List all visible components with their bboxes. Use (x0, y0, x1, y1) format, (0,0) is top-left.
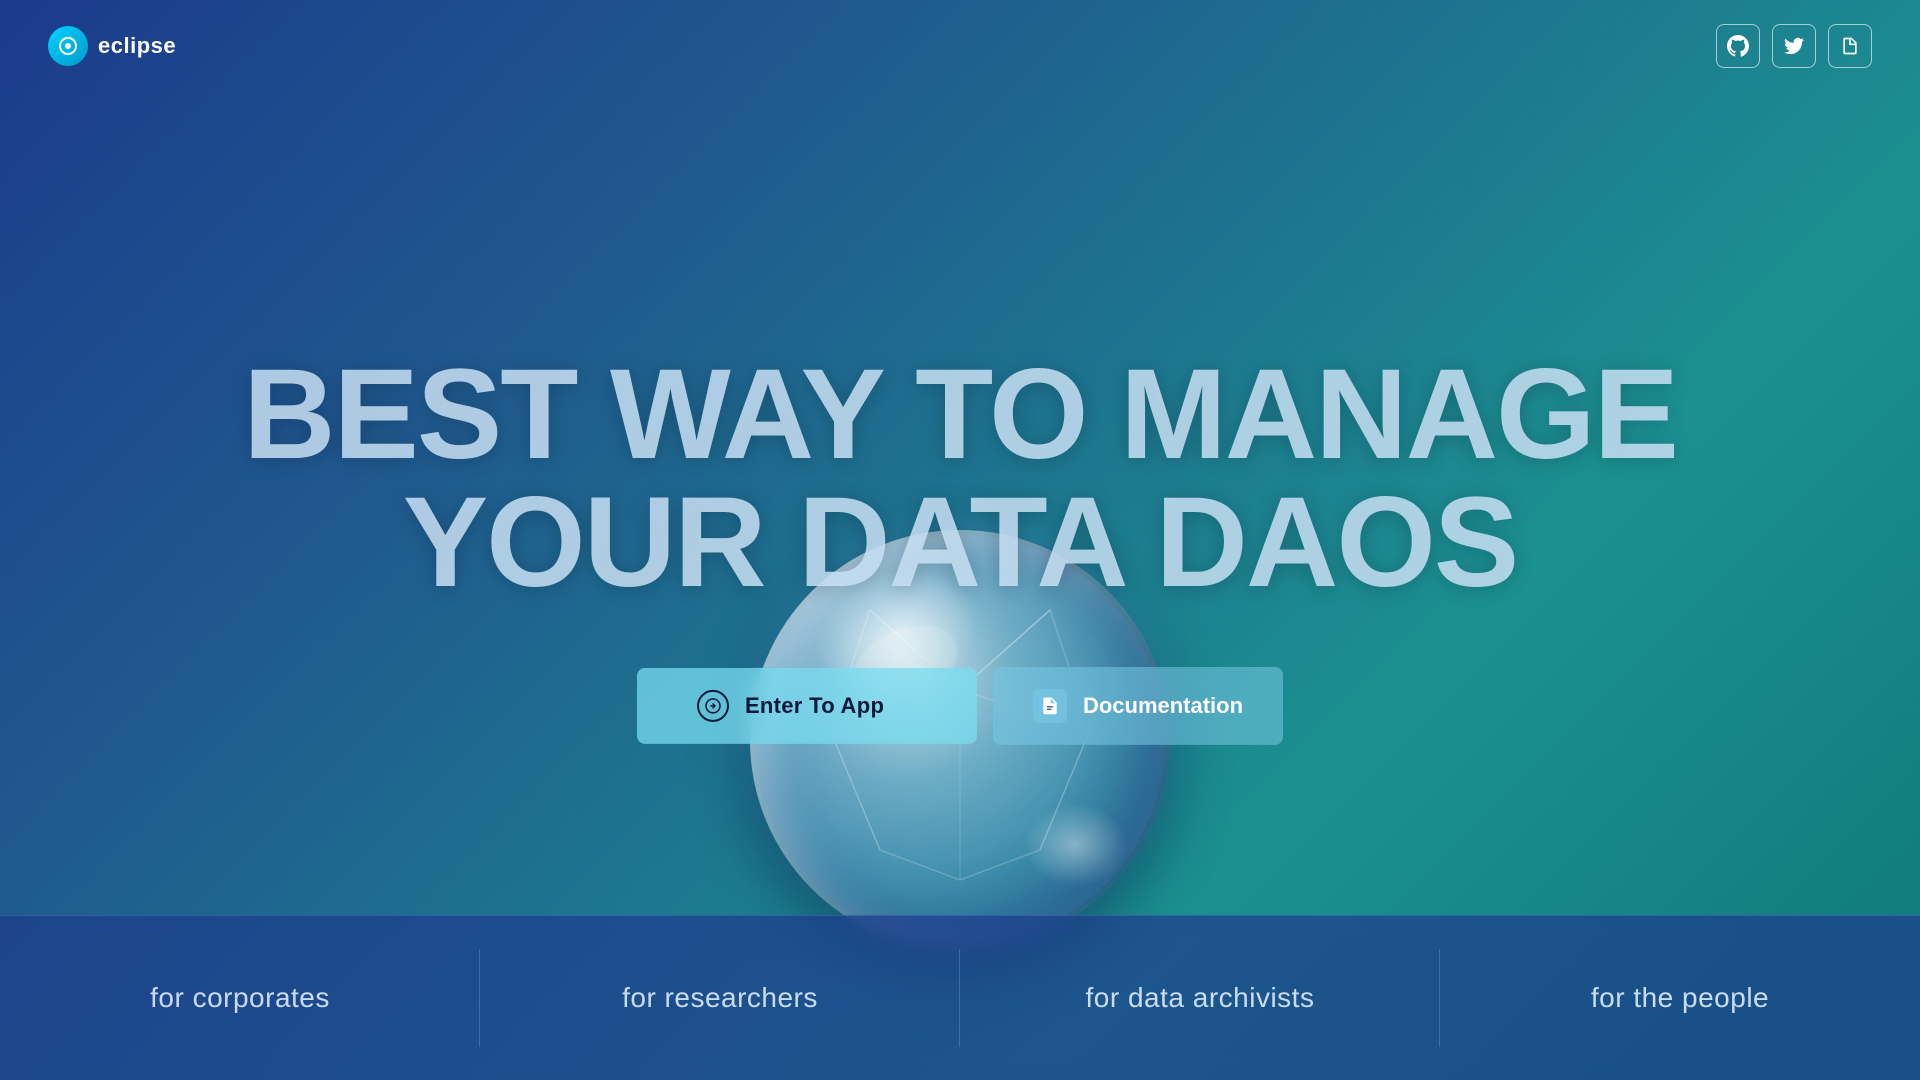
twitter-icon (1784, 36, 1804, 56)
document-icon (1840, 36, 1860, 56)
brand-name: eclipse (98, 33, 176, 59)
bottom-bar-item-corporates[interactable]: for corporates (0, 916, 480, 1080)
documentation-button[interactable]: Documentation (993, 667, 1283, 745)
header: eclipse (0, 0, 1920, 92)
main-content: BEST WAY TO MANAGE YOUR DATA DAOS Enter … (0, 351, 1920, 745)
twitter-button[interactable] (1772, 24, 1816, 68)
buttons-row: Enter To App Documentation (0, 667, 1920, 745)
doc-file-icon (1040, 696, 1060, 716)
bottom-bar-item-people[interactable]: for the people (1440, 916, 1920, 1080)
enter-app-icon (697, 690, 729, 722)
logo-svg (57, 35, 79, 57)
bottom-bar: for corporates for researchers for data … (0, 915, 1920, 1080)
document-button[interactable] (1828, 24, 1872, 68)
page-wrapper: eclipse (0, 0, 1920, 1080)
enter-app-label: Enter To App (745, 693, 884, 719)
bottom-bar-item-archivists[interactable]: for data archivists (960, 916, 1440, 1080)
hero-title-line2: YOUR DATA DAOS (0, 479, 1920, 607)
logo-icon (48, 26, 88, 66)
hero-title-line1: BEST WAY TO MANAGE (0, 351, 1920, 479)
arrow-right-icon (705, 698, 721, 714)
logo-area: eclipse (48, 26, 176, 66)
documentation-icon (1033, 689, 1067, 723)
documentation-label: Documentation (1083, 693, 1243, 719)
hero-title: BEST WAY TO MANAGE YOUR DATA DAOS (0, 351, 1920, 607)
enter-app-button[interactable]: Enter To App (637, 668, 977, 744)
bottom-bar-item-researchers[interactable]: for researchers (480, 916, 960, 1080)
github-icon (1727, 35, 1749, 57)
header-icons (1716, 24, 1872, 68)
github-button[interactable] (1716, 24, 1760, 68)
